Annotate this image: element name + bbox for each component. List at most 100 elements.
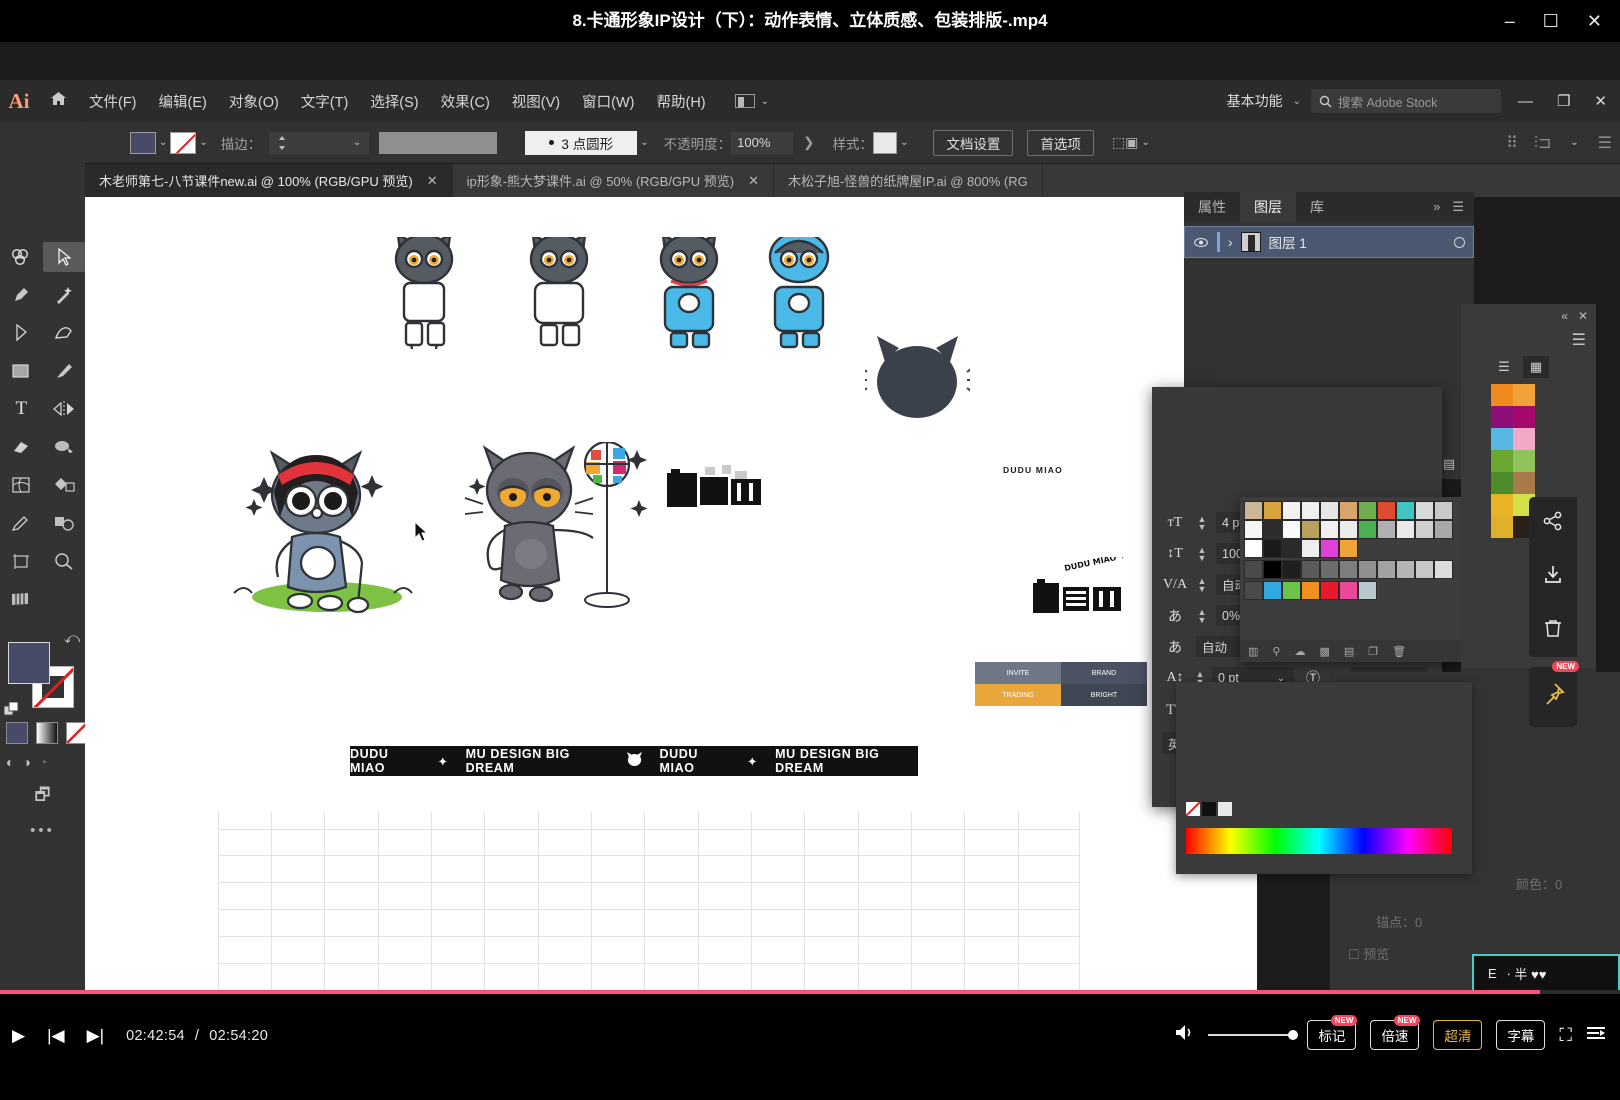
document-setup-button[interactable]: 文档设置 xyxy=(933,130,1013,156)
tab-libraries[interactable]: 库 xyxy=(1296,192,1338,222)
pattern-swatch[interactable] xyxy=(1339,501,1358,520)
progress-track[interactable] xyxy=(0,990,1620,994)
direct-selection-tool[interactable] xyxy=(0,318,43,348)
layer-expand-icon[interactable]: › xyxy=(1228,235,1233,250)
link-swatch-icon[interactable]: ⚲ xyxy=(1272,645,1280,658)
stroke-swatch[interactable] xyxy=(170,132,196,154)
library-swatch-row[interactable] xyxy=(1491,472,1596,494)
menu-help[interactable]: 帮助(H) xyxy=(645,91,716,112)
eyedropper-tool[interactable] xyxy=(0,508,43,538)
brush-definition[interactable]: 3 点圆形 xyxy=(525,131,637,155)
color-spectrum-ramp[interactable] xyxy=(1186,828,1452,854)
document-tab-2[interactable]: ip形象-熊大梦课件.ai @ 50% (RGB/GPU 预览) ✕ xyxy=(453,164,774,197)
library-menu-icon[interactable]: ☰ xyxy=(1461,328,1596,352)
swatch[interactable] xyxy=(1491,406,1513,428)
swatch[interactable] xyxy=(1513,384,1535,406)
swatch[interactable] xyxy=(1491,516,1513,538)
curvature-tool[interactable] xyxy=(43,318,86,348)
window-maximize-button[interactable]: ☐ xyxy=(1543,12,1559,30)
pattern-swatch[interactable] xyxy=(1282,501,1301,520)
pattern-swatch[interactable] xyxy=(1339,581,1358,600)
selection-tool[interactable] xyxy=(43,242,86,272)
dock-expand-icon[interactable]: » xyxy=(1433,199,1440,215)
pattern-swatch[interactable] xyxy=(1396,560,1415,579)
graphic-style-swatch[interactable] xyxy=(873,132,897,154)
select-similar-icon[interactable]: ⬚▣ xyxy=(1112,134,1138,151)
workspace-chevron-down-icon[interactable]: ⌄ xyxy=(1293,96,1301,107)
new-swatch-icon[interactable]: ❐ xyxy=(1368,645,1378,658)
gradient-mode-button[interactable] xyxy=(36,722,58,744)
share-icon[interactable] xyxy=(1543,511,1563,536)
pattern-swatch[interactable] xyxy=(1415,560,1434,579)
menu-file[interactable]: 文件(F) xyxy=(78,91,148,112)
pattern-swatch[interactable] xyxy=(1377,501,1396,520)
pen-tool[interactable] xyxy=(0,280,43,310)
tab-properties[interactable]: 属性 xyxy=(1184,192,1240,222)
document-tab-3[interactable]: 木松子旭-怪兽的纸牌屋IP.ai @ 800% (RG xyxy=(774,164,1043,197)
pattern-swatch[interactable] xyxy=(1377,520,1396,539)
pattern-swatch[interactable] xyxy=(1301,539,1320,558)
list-view-icon[interactable]: ☰ xyxy=(1491,356,1517,378)
document-tab-1[interactable]: 木老师第七-八节课件new.ai @ 100% (RGB/GPU 预览) ✕ xyxy=(85,164,453,197)
menu-view[interactable]: 视图(V) xyxy=(501,91,571,112)
library-swatch-row[interactable] xyxy=(1491,384,1596,406)
menu-object[interactable]: 对象(O) xyxy=(218,91,290,112)
opacity-value[interactable]: 100% xyxy=(731,132,793,154)
brush-chevron-down-icon[interactable]: ⌄ xyxy=(640,137,648,148)
canvas-area[interactable]: DUDU MIAO DUDU MIAO ✦ INVITE BRAND xyxy=(85,197,1257,990)
pattern-swatch[interactable] xyxy=(1339,520,1358,539)
swatch[interactable] xyxy=(1513,450,1535,472)
menu-select[interactable]: 选择(S) xyxy=(359,91,429,112)
swatch[interactable] xyxy=(1513,406,1535,428)
previous-button[interactable]: |◀ xyxy=(47,1026,65,1046)
pattern-swatch[interactable] xyxy=(1377,560,1396,579)
pattern-swatch[interactable] xyxy=(1320,560,1339,579)
pattern-swatch[interactable] xyxy=(1301,560,1320,579)
pattern-swatch[interactable] xyxy=(1320,539,1339,558)
pattern-swatch[interactable] xyxy=(1339,539,1358,558)
pattern-swatch[interactable] xyxy=(1244,539,1263,558)
volume-slider[interactable] xyxy=(1208,1034,1293,1036)
stroke-weight-dropdown[interactable]: ⌄ xyxy=(295,132,369,154)
ai-minimize-button[interactable]: — xyxy=(1511,93,1540,110)
align-chevron-down-icon[interactable]: ⌄ xyxy=(1570,137,1578,148)
home-icon[interactable] xyxy=(38,91,78,111)
stroke-chevron-down-icon[interactable]: ⌄ xyxy=(199,137,207,148)
dock-menu-icon[interactable]: ☰ xyxy=(1452,199,1464,215)
pattern-swatch[interactable] xyxy=(1301,501,1320,520)
menu-effect[interactable]: 效果(C) xyxy=(430,91,501,112)
layer-target-icon[interactable] xyxy=(1454,237,1465,248)
delete-swatch-icon[interactable]: 🗑 xyxy=(1392,645,1406,658)
playlist-icon[interactable] xyxy=(1586,1025,1606,1046)
workspace-switcher-label[interactable]: 基本功能 xyxy=(1227,91,1283,111)
pattern-row-3[interactable] xyxy=(1244,539,1461,558)
pattern-swatch[interactable] xyxy=(1244,520,1263,539)
pattern-swatch[interactable] xyxy=(1301,520,1320,539)
select-similar-chevron-down-icon[interactable]: ⌄ xyxy=(1141,137,1149,148)
edit-toolbar-icon[interactable]: ••• xyxy=(0,822,85,839)
white-swatch[interactable] xyxy=(1218,802,1232,816)
tsume-stepper[interactable]: ▲▼ xyxy=(1196,608,1208,624)
paintbrush-tool[interactable] xyxy=(43,356,86,386)
pattern-swatch[interactable] xyxy=(1415,520,1434,539)
pattern-swatch[interactable] xyxy=(1282,581,1301,600)
pattern-row-5[interactable] xyxy=(1244,581,1461,600)
pattern-swatch[interactable] xyxy=(1415,501,1434,520)
swatch[interactable] xyxy=(1491,428,1513,450)
pattern-row-1[interactable] xyxy=(1244,501,1461,520)
swatch[interactable] xyxy=(1491,472,1513,494)
swatch-group-icon[interactable]: ▩ xyxy=(1319,645,1329,658)
tab-layers[interactable]: 图层 xyxy=(1240,192,1296,222)
pattern-swatch[interactable] xyxy=(1320,501,1339,520)
cloud-icon[interactable]: ☁ xyxy=(1294,645,1305,658)
pattern-swatch[interactable] xyxy=(1320,520,1339,539)
grid-view-icon[interactable]: ▦ xyxy=(1523,356,1549,378)
style-chevron-down-icon[interactable]: ⌄ xyxy=(900,137,908,148)
blob-brush-tool[interactable] xyxy=(43,432,86,462)
mark-chip[interactable]: 标记 NEW xyxy=(1307,1020,1356,1050)
swap-fill-stroke-icon[interactable]: ⤺ xyxy=(64,630,80,647)
pattern-swatch[interactable] xyxy=(1301,581,1320,600)
font-size-stepper[interactable]: ▲▼ xyxy=(1196,515,1208,531)
pattern-swatch[interactable] xyxy=(1358,560,1377,579)
shaper-tool[interactable] xyxy=(0,242,43,272)
